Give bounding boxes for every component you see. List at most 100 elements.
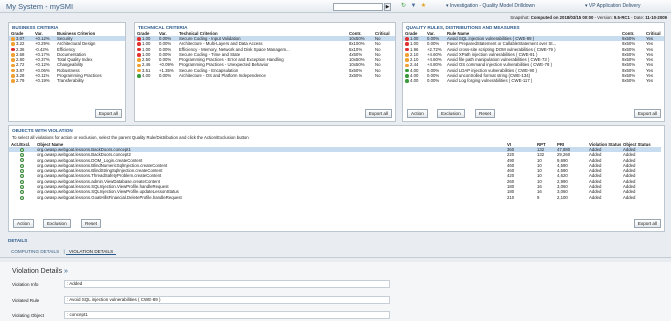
grade-text: 4.00: [410, 73, 419, 79]
action-status-icon[interactable]: [20, 195, 24, 200]
snapshot-info: Snapshot: Computed on 2018/03/15 00:00 -…: [510, 15, 667, 20]
grade-status-icon: [405, 74, 409, 78]
business-criterion-name-text: Robustness: [57, 67, 80, 73]
rpt-text: 10: [537, 157, 542, 163]
pri-text: 9,690: [557, 157, 568, 163]
technical-export-button[interactable]: Export all: [364, 109, 392, 118]
action-status-icon[interactable]: [20, 153, 24, 158]
business-criterion-name-text: Programming Practices: [57, 73, 102, 79]
technical-criterion-row[interactable]: 4.00 0.00% Architecture - OS and Platform …: [135, 73, 395, 78]
critical: No: [373, 73, 395, 78]
violation-details-heading: Violation Details »: [12, 268, 68, 275]
tab-violation-details[interactable]: VIOLATION DETAILS: [65, 249, 117, 255]
grade-status-icon: [11, 53, 15, 57]
object-name-text: org.owasp.webgoat.lessons.SQLInjection.V…: [37, 189, 179, 195]
variation-text: 0.00%: [159, 73, 172, 79]
business-criterion-name-text: Documentation: [57, 51, 86, 57]
rule-name: Avoid Log forging vulnerabilities ( CWE-…: [445, 78, 620, 83]
pri-text: 47,880: [557, 147, 571, 152]
date-value: 11-10-2009: [645, 15, 667, 20]
star-icon[interactable]: ★: [420, 3, 427, 10]
rpt-text: 132: [537, 147, 545, 152]
grade-text: 2.10: [410, 57, 419, 63]
object-status-text: Added: [623, 194, 636, 200]
variation-text: -0.42%: [35, 46, 49, 52]
variation-text: +0.06%: [35, 67, 50, 73]
object-name-text: org.owasp.webgoat.lessons.BlindStringSql…: [37, 168, 163, 174]
critical-text: Yes: [646, 46, 654, 52]
rpt-text: 9: [537, 194, 540, 200]
expand-arrow-icon[interactable]: »: [64, 268, 68, 275]
technical-criterion-name-text: Secure Coding - Encapsulation: [179, 67, 239, 73]
action-status-icon[interactable]: [20, 174, 24, 179]
critical-text: No: [375, 57, 381, 63]
grade-text: 2.79: [16, 78, 25, 84]
object-status-text: Added: [623, 178, 636, 184]
object-status-text: Added: [623, 152, 636, 158]
grade-text: 1.00: [142, 46, 151, 52]
action-status-icon[interactable]: [20, 179, 24, 184]
contribution: 3x50%: [347, 73, 373, 78]
business-export-button[interactable]: Export all: [94, 109, 122, 118]
rule-name-text: Avoid uncontrolled format string (CWE-13…: [447, 73, 531, 79]
action-status-icon[interactable]: [20, 184, 24, 189]
variation-text: +0.09%: [159, 62, 174, 68]
object-violation-row[interactable]: org.owasp.webgoat.lessons.GoatHillsFinan…: [9, 195, 661, 200]
contribution-text: 9x50%: [622, 41, 636, 47]
grade-text: 1.00: [410, 41, 419, 47]
grade-status-icon: [11, 42, 15, 46]
business-criteria-table: Grade Var. Business Criterion 3.07 +0.12%…: [9, 31, 125, 84]
rules-exclusion-button[interactable]: Exclusion: [437, 109, 465, 118]
act-excl-cell: [9, 195, 35, 200]
object-status-text: Added: [623, 147, 636, 152]
contribution-text: 10x50%: [349, 36, 365, 41]
role-dropdown-label: VP Application Delivery: [588, 3, 641, 9]
filter-icon[interactable]: ▼: [410, 3, 417, 10]
role-dropdown[interactable]: ▾ VP Application Delivery: [585, 3, 641, 9]
refresh-icon[interactable]: ↻: [400, 3, 407, 10]
action-status-icon[interactable]: [20, 147, 24, 152]
business-criterion-name-text: Security: [57, 36, 73, 41]
quality-rule-row[interactable]: 4.00 0.00% Avoid Log forging vulnerabiliti…: [403, 78, 664, 83]
grade-status-icon: [137, 37, 141, 41]
rules-action-button[interactable]: Action: [407, 109, 428, 118]
grade-status-icon: [137, 53, 141, 57]
action-status-icon[interactable]: [20, 158, 24, 163]
rules-export-button[interactable]: Export all: [633, 109, 661, 118]
tab-computing-details[interactable]: COMPUTING DETAILS: [8, 249, 62, 254]
action-status-icon[interactable]: [20, 163, 24, 168]
critical-text: Yes: [646, 36, 654, 41]
investigation-dropdown[interactable]: ▾ Investigation - Quality Model Drilldow…: [446, 3, 535, 9]
action-status-icon[interactable]: [20, 190, 24, 195]
variation: +0.19%: [33, 78, 55, 83]
objects-export-button[interactable]: Export all: [633, 219, 661, 228]
technical-criterion-name-text: Programming Practices - Unexpected Behav…: [179, 62, 269, 68]
object-name-text: org.owasp.webgoat.lessons.BlindNumericSq…: [37, 162, 168, 168]
search-input[interactable]: [333, 2, 383, 11]
variation-text: +4.60%: [427, 57, 442, 63]
grade-status-icon: [137, 47, 141, 52]
grade-text: 2.36: [16, 46, 25, 52]
objects-exclusion-button[interactable]: Exclusion: [43, 219, 71, 228]
objects-action-button[interactable]: Action: [13, 219, 34, 228]
object-status-text: Added: [623, 168, 636, 174]
violation-status-text: Added: [589, 178, 602, 184]
rules-reset-button[interactable]: Reset: [475, 109, 496, 118]
contribution-text: 10x50%: [349, 57, 365, 63]
variation-text: 0.00%: [159, 41, 172, 47]
search-go-button[interactable]: ▶: [384, 2, 391, 11]
objects-with-violation-panel: OBJECTS WITH VIOLATION To select all vio…: [8, 125, 665, 232]
variation-text: +4.60%: [427, 51, 442, 57]
action-status-icon[interactable]: [20, 169, 24, 174]
violation-status-text: Added: [589, 157, 602, 163]
business-criterion-row[interactable]: 2.79 +0.19% Transferability: [9, 78, 125, 83]
grade: 4.00: [135, 73, 157, 78]
rule-name-text: Avoid LDAP injection vulnerabilities ( C…: [447, 67, 537, 73]
violation-info-label: Violation Info: [12, 282, 39, 287]
grade-status-icon: [11, 63, 15, 68]
rule-name-text: Avoid Log forging vulnerabilities ( CWE-…: [447, 78, 533, 84]
variation-text: +0.17%: [35, 51, 50, 57]
rpt-text: 10: [537, 162, 542, 168]
grade-text: 3.87: [16, 67, 25, 73]
objects-reset-button[interactable]: Reset: [81, 219, 102, 228]
